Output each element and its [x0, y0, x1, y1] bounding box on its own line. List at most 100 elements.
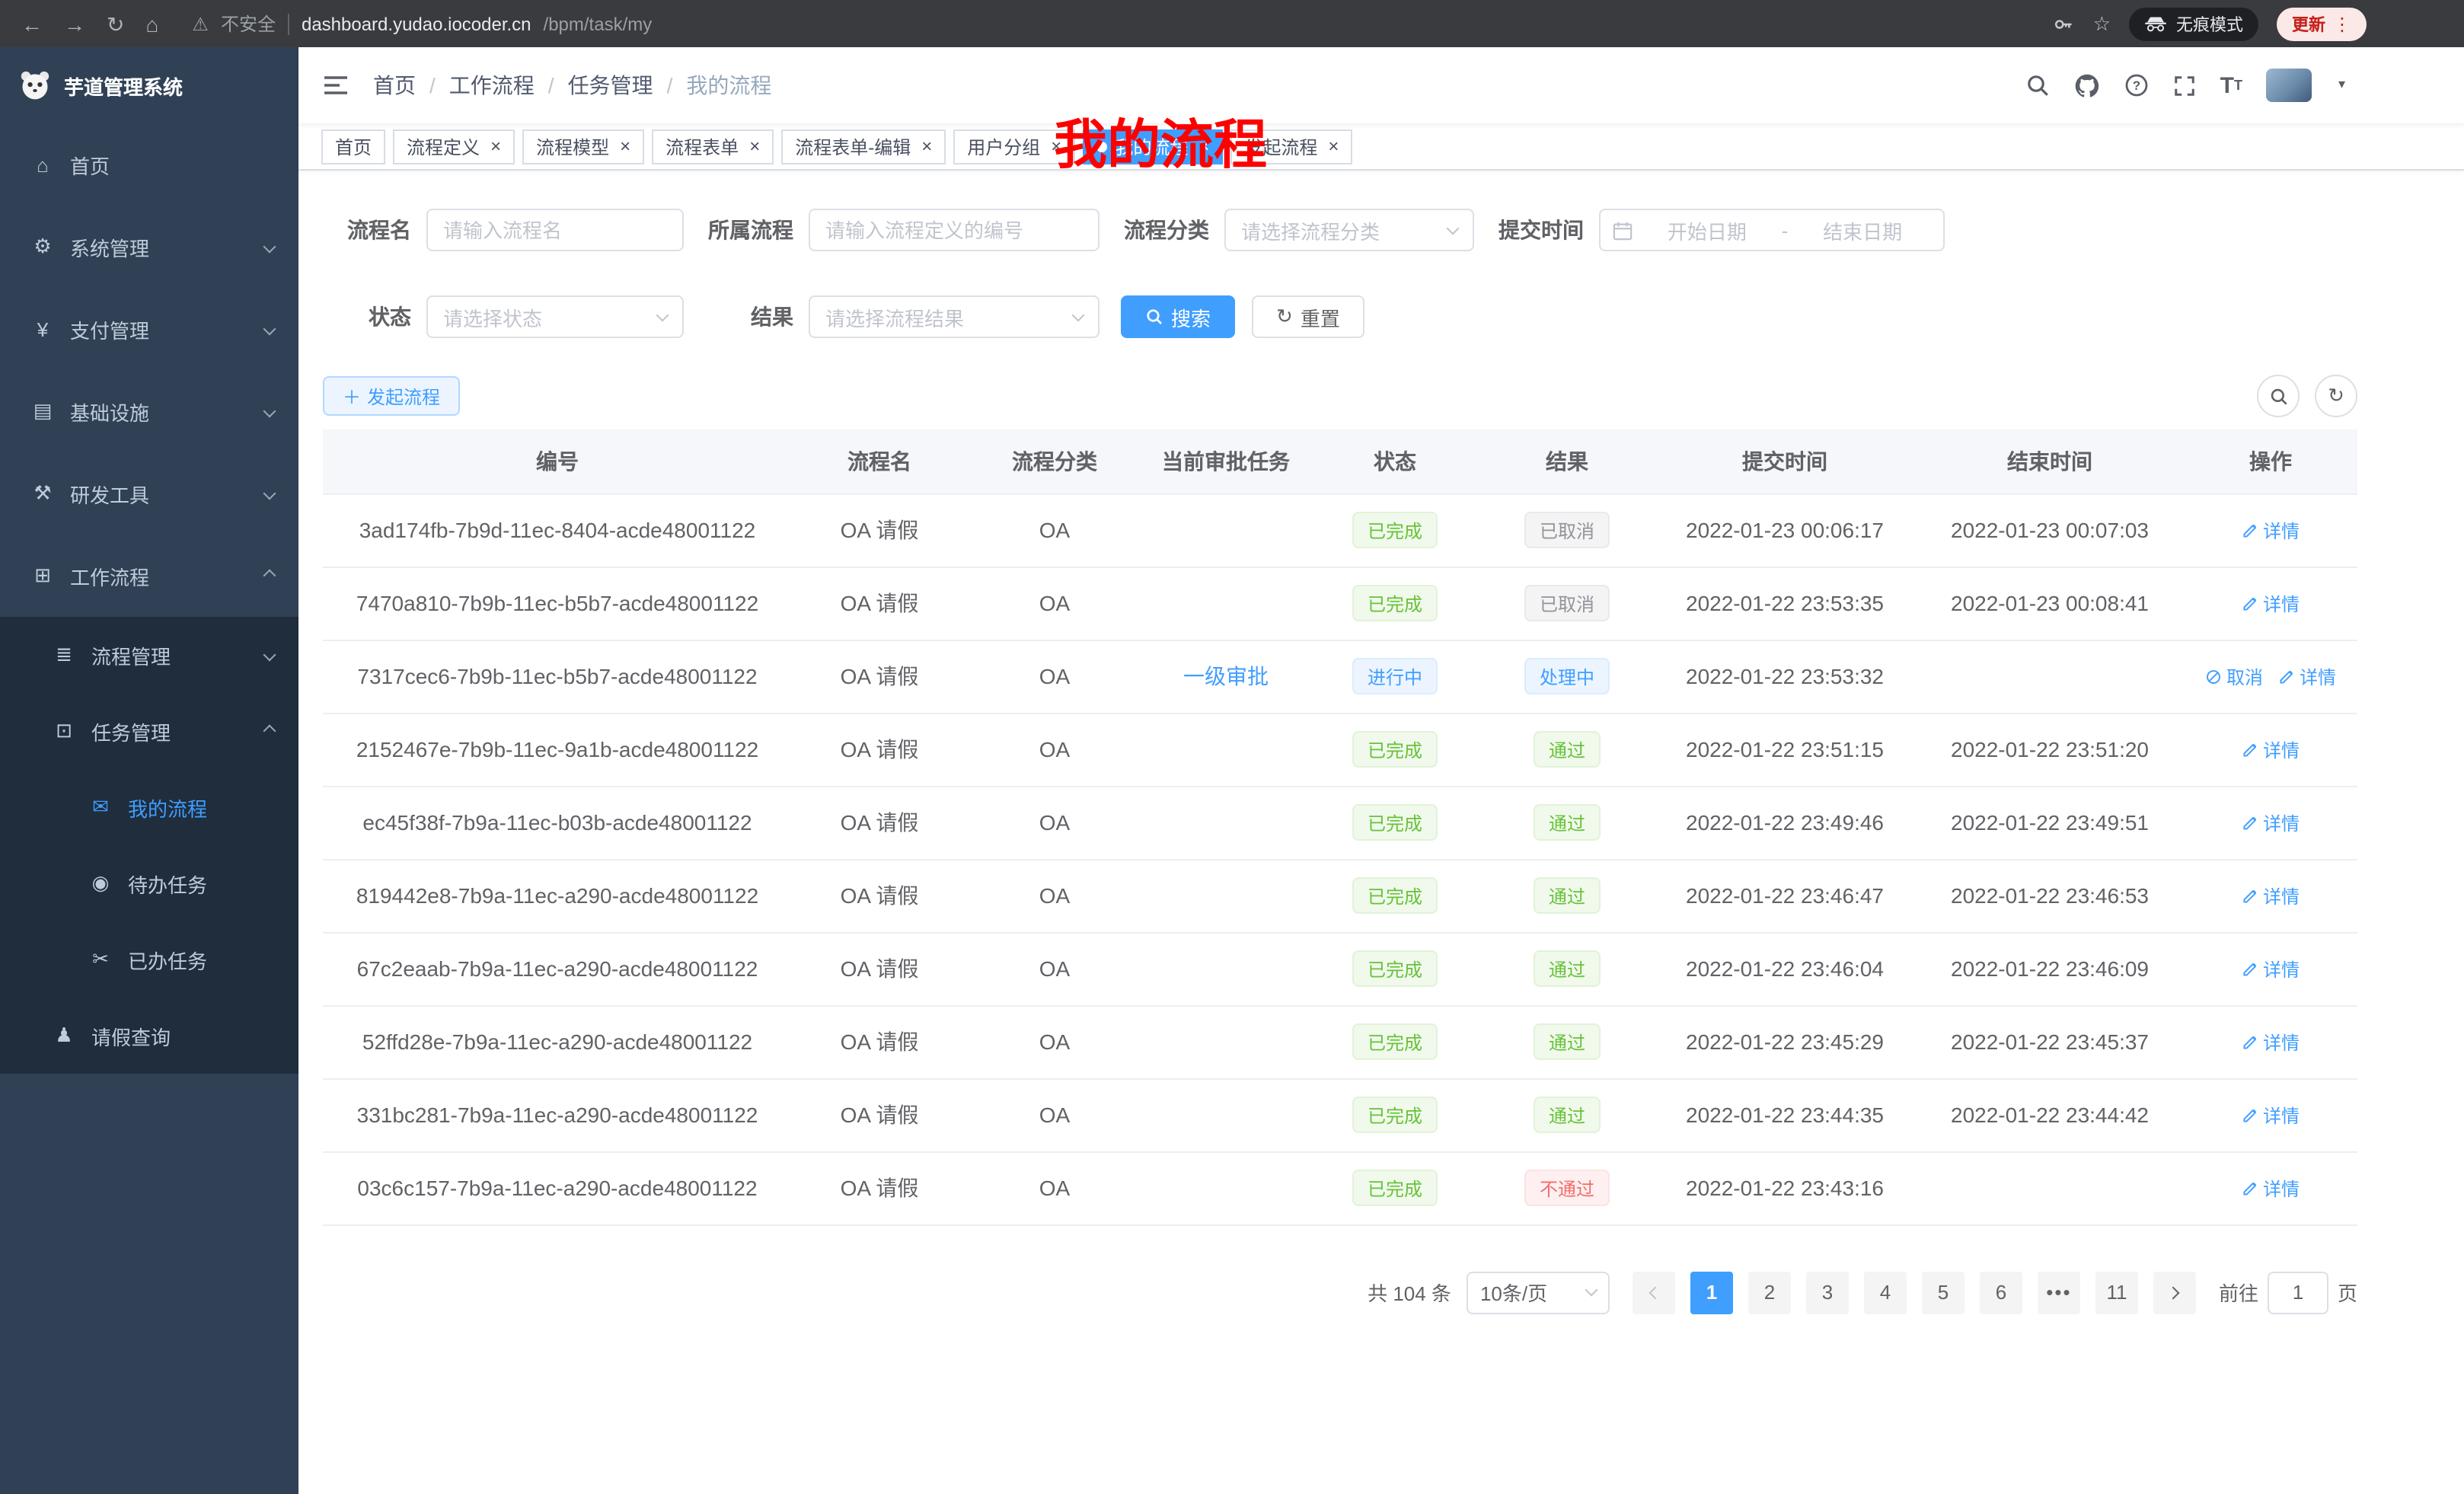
search-button-label: 搜索	[1171, 302, 1211, 331]
reload-icon[interactable]: ↻	[107, 13, 124, 34]
cancel-button[interactable]: 取消	[2205, 663, 2263, 689]
tab-流程定义[interactable]: 流程定义×	[393, 129, 515, 164]
category-select[interactable]: 请选择流程分类	[1224, 209, 1474, 251]
cell-id: 7470a810-7b9b-11ec-b5b7-acde48001122	[323, 567, 792, 640]
browser-update-button[interactable]: 更新 ⋮	[2277, 7, 2367, 40]
sidebar-item-my-process[interactable]: ✉我的流程	[0, 769, 298, 845]
detail-button[interactable]: 详情	[2278, 663, 2336, 689]
detail-button[interactable]: 详情	[2242, 736, 2300, 762]
breadcrumb-item[interactable]: 任务管理	[568, 70, 653, 101]
address-bar[interactable]: ⚠ 不安全 dashboard.yudao.iocoder.cn/bpm/tas…	[192, 11, 652, 37]
close-icon[interactable]: ×	[620, 137, 630, 155]
detail-button[interactable]: 详情	[2242, 1102, 2300, 1128]
cell-process-name: OA 请假	[792, 1078, 967, 1151]
incognito-label: 无痕模式	[2176, 11, 2243, 36]
sidebar-item-infra[interactable]: ▤基础设施	[0, 370, 298, 452]
sidebar-item-process-mgmt[interactable]: ≣流程管理	[0, 617, 298, 693]
task-link[interactable]: 一级审批	[1183, 664, 1269, 688]
sidebar-item-devtools[interactable]: ⚒研发工具	[0, 452, 298, 535]
close-icon[interactable]: ×	[490, 137, 501, 155]
sidebar-item-done-task[interactable]: ✂已办任务	[0, 921, 298, 998]
page-button-3[interactable]: 3	[1806, 1271, 1849, 1314]
filter-label: 流程名	[323, 215, 411, 245]
process-definition-input[interactable]	[809, 209, 1100, 251]
close-icon[interactable]: ×	[749, 137, 760, 155]
github-icon[interactable]	[2074, 72, 2100, 98]
create-process-button[interactable]: ＋ 发起流程	[323, 376, 460, 416]
close-icon[interactable]: ×	[1198, 137, 1209, 155]
browser-menu-icon[interactable]: ⋮	[2333, 13, 2351, 34]
search-icon[interactable]	[2025, 73, 2050, 97]
result-select[interactable]: 请选择流程结果	[809, 295, 1100, 338]
detail-button[interactable]: 详情	[2242, 809, 2300, 835]
sidebar-item-payment[interactable]: ¥支付管理	[0, 288, 298, 370]
page-button-5[interactable]: 5	[1922, 1271, 1964, 1314]
date-range-picker[interactable]: 开始日期 - 结束日期	[1599, 209, 1945, 251]
cell-process-name: OA 请假	[792, 1151, 967, 1224]
tab-我的流程[interactable]: 我的流程×	[1083, 129, 1223, 164]
avatar-caret-icon[interactable]: ▾	[2338, 76, 2345, 93]
status-tag: 进行中	[1352, 658, 1438, 694]
start-date-placeholder[interactable]: 开始日期	[1639, 215, 1776, 244]
detail-button[interactable]: 详情	[2242, 883, 2300, 908]
detail-button[interactable]: 详情	[2242, 956, 2300, 982]
hamburger-icon[interactable]	[323, 75, 349, 96]
sidebar-item-leave-query[interactable]: ♟请假查询	[0, 998, 298, 1074]
fullscreen-icon[interactable]	[2173, 74, 2196, 97]
detail-button[interactable]: 详情	[2242, 1029, 2300, 1055]
tab-首页[interactable]: 首页	[321, 129, 385, 164]
bookmark-star-icon[interactable]: ☆	[2093, 11, 2111, 36]
browser-home-icon[interactable]: ⌂	[145, 13, 158, 34]
search-button[interactable]: 搜索	[1121, 295, 1235, 338]
close-icon[interactable]: ×	[1328, 137, 1339, 155]
reset-button[interactable]: ↻ 重置	[1252, 295, 1364, 338]
forward-icon[interactable]: →	[64, 13, 85, 34]
font-size-icon[interactable]: TT	[2220, 74, 2242, 97]
sidebar-item-task-mgmt[interactable]: ⊡任务管理	[0, 693, 298, 769]
tab-流程表单-编辑[interactable]: 流程表单-编辑×	[781, 129, 946, 164]
security-label[interactable]: 不安全	[221, 11, 276, 37]
breadcrumb-item[interactable]: 首页	[373, 70, 416, 101]
cell-result: 通过	[1480, 1005, 1654, 1078]
help-icon[interactable]: ?	[2124, 73, 2149, 97]
page-button-6[interactable]: 6	[1980, 1271, 2022, 1314]
back-icon[interactable]: ←	[21, 13, 43, 34]
cell-end-time: 2022-01-22 23:45:37	[1916, 1005, 2184, 1078]
table-toolbar: ＋ 发起流程 ↻	[323, 375, 2357, 417]
avatar[interactable]	[2267, 69, 2312, 102]
prev-page-button[interactable]	[1633, 1271, 1675, 1314]
tab-用户分组[interactable]: 用户分组×	[953, 129, 1075, 164]
next-page-button[interactable]	[2153, 1271, 2196, 1314]
detail-button[interactable]: 详情	[2242, 1175, 2300, 1201]
sidebar-item-home[interactable]: ⌂首页	[0, 123, 298, 206]
more-pages-button[interactable]: •••	[2038, 1271, 2080, 1314]
end-date-placeholder[interactable]: 结束日期	[1794, 215, 1931, 244]
url-host[interactable]: dashboard.yudao.iocoder.cn	[302, 13, 531, 34]
tab-发起流程[interactable]: 发起流程×	[1230, 129, 1352, 164]
cell-current-task	[1142, 1151, 1310, 1224]
url-path[interactable]: /bpm/task/my	[544, 13, 653, 34]
table-row: 52ffd28e-7b9a-11ec-a290-acde48001122OA 请…	[323, 1005, 2357, 1078]
status-select[interactable]: 请选择状态	[426, 295, 684, 338]
toggle-search-button[interactable]	[2257, 375, 2300, 417]
sidebar-item-system[interactable]: ⚙系统管理	[0, 206, 298, 288]
page-size-select[interactable]: 10条/页	[1467, 1271, 1610, 1314]
close-icon[interactable]: ×	[1051, 137, 1061, 155]
page-button-1[interactable]: 1	[1690, 1271, 1733, 1314]
process-name-input[interactable]	[426, 209, 684, 251]
app-logo-row[interactable]: 芋道管理系统	[0, 47, 298, 123]
password-key-icon[interactable]	[2054, 13, 2075, 34]
sidebar-item-todo-task[interactable]: ◉待办任务	[0, 845, 298, 921]
page-button-2[interactable]: 2	[1748, 1271, 1791, 1314]
refresh-table-button[interactable]: ↻	[2315, 375, 2357, 417]
tab-流程表单[interactable]: 流程表单×	[652, 129, 774, 164]
tab-流程模型[interactable]: 流程模型×	[522, 129, 644, 164]
sidebar-item-workflow[interactable]: ⊞工作流程	[0, 535, 298, 617]
detail-button[interactable]: 详情	[2242, 517, 2300, 543]
page-button-4[interactable]: 4	[1864, 1271, 1907, 1314]
breadcrumb-item[interactable]: 工作流程	[449, 70, 535, 101]
detail-button[interactable]: 详情	[2242, 590, 2300, 616]
close-icon[interactable]: ×	[921, 137, 932, 155]
page-button-11[interactable]: 11	[2095, 1271, 2138, 1314]
goto-page-input[interactable]	[2268, 1271, 2328, 1314]
